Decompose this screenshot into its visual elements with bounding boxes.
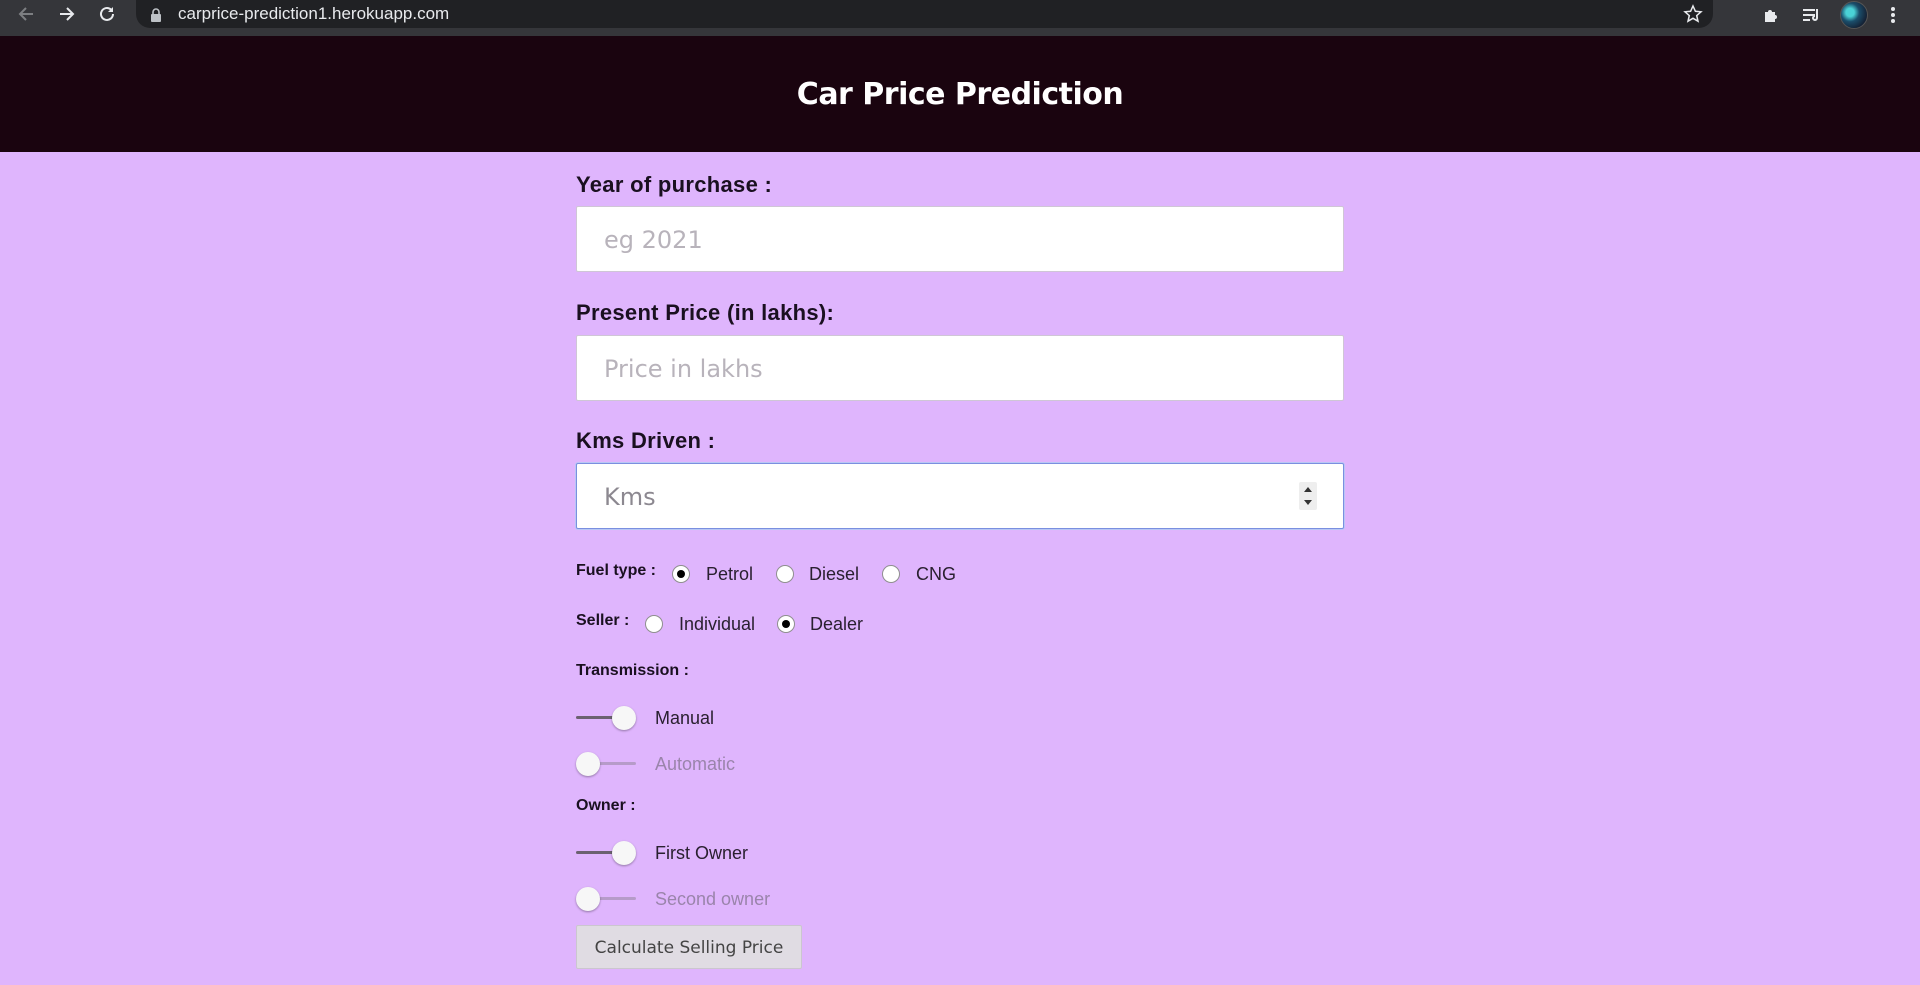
number-spinner[interactable] — [1299, 482, 1317, 510]
owner-first-label: First Owner — [655, 843, 749, 863]
price-field — [576, 335, 1344, 402]
profile-avatar[interactable] — [1840, 1, 1868, 29]
browser-toolbar: carprice-prediction1.herokuapp.com — [0, 0, 1920, 36]
reading-list-icon[interactable] — [1800, 4, 1822, 26]
extensions-puzzle-icon[interactable] — [1760, 4, 1782, 26]
address-bar[interactable]: carprice-prediction1.herokuapp.com — [136, 0, 1713, 28]
transmission-automatic-label: Automatic — [655, 754, 736, 774]
kms-field — [576, 463, 1344, 530]
owner-second-switch[interactable] — [576, 884, 636, 914]
fuel-type-label: Fuel type : — [576, 562, 657, 579]
page-header: Car Price Prediction — [0, 36, 1920, 152]
kms-label: Kms Driven : — [576, 428, 716, 453]
transmission-label: Transmission : — [576, 662, 689, 679]
year-input[interactable] — [602, 207, 1306, 273]
bookmark-star-icon[interactable] — [1683, 4, 1703, 29]
owner-first-switch[interactable] — [576, 838, 636, 868]
kms-input[interactable] — [602, 464, 1306, 530]
owner-label: Owner : — [576, 797, 636, 814]
fuel-diesel-radio[interactable] — [776, 565, 794, 583]
fuel-cng-label: CNG — [916, 564, 956, 584]
seller-label: Seller : — [576, 612, 630, 629]
year-label: Year of purchase : — [576, 172, 773, 197]
fuel-diesel-label: Diesel — [809, 564, 860, 584]
url-text: carprice-prediction1.herokuapp.com — [178, 4, 450, 23]
transmission-manual-label: Manual — [655, 708, 715, 728]
forward-arrow-icon[interactable] — [53, 0, 81, 28]
lock-icon — [150, 8, 162, 27]
seller-individual-label: Individual — [679, 614, 756, 634]
page-title: Car Price Prediction — [796, 77, 1124, 112]
transmission-manual-switch[interactable] — [576, 703, 636, 733]
price-input[interactable] — [602, 336, 1306, 402]
owner-second-label: Second owner — [655, 889, 771, 909]
seller-individual-radio[interactable] — [645, 615, 663, 633]
price-label: Present Price (in lakhs): — [576, 300, 835, 325]
fuel-cng-radio[interactable] — [882, 565, 900, 583]
seller-dealer-label: Dealer — [810, 614, 864, 634]
year-field — [576, 206, 1344, 273]
fuel-petrol-label: Petrol — [706, 564, 754, 584]
more-vert-icon[interactable] — [1882, 4, 1904, 26]
seller-dealer-radio[interactable] — [777, 615, 795, 633]
reload-icon[interactable] — [93, 0, 121, 28]
calculate-button[interactable]: Calculate Selling Price — [576, 925, 802, 969]
transmission-automatic-switch[interactable] — [576, 749, 636, 779]
fuel-petrol-radio[interactable] — [672, 565, 690, 583]
back-arrow-icon[interactable] — [12, 0, 40, 28]
